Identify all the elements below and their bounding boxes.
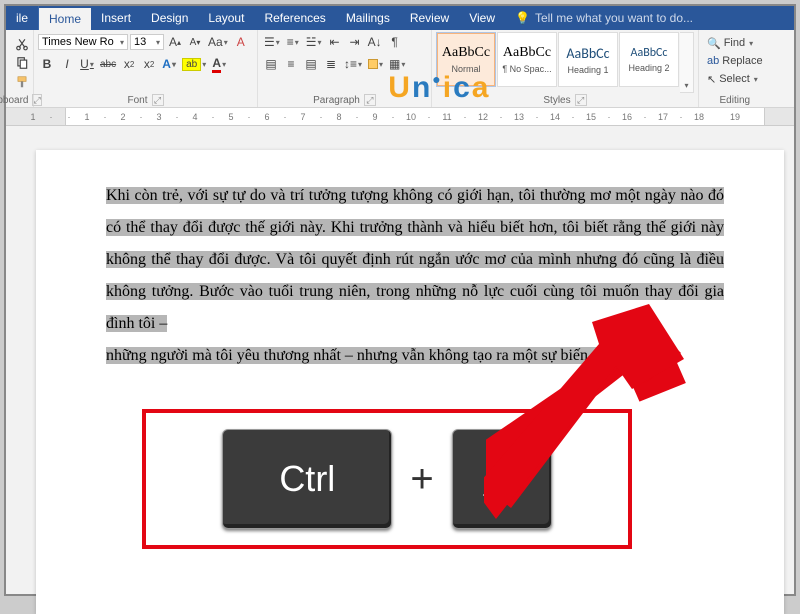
format-painter-button[interactable] [12,73,32,91]
italic-button[interactable]: I [58,54,76,74]
replace-icon: ab [707,55,719,67]
cursor-icon: ↖ [707,73,716,86]
font-name-combo[interactable]: Times New Ro▾ [38,34,128,50]
tab-view[interactable]: View [459,6,505,30]
tab-file[interactable]: ile [6,6,39,30]
grow-font-button[interactable]: A▴ [166,32,184,52]
tab-mailings[interactable]: Mailings [336,6,400,30]
align-left-button[interactable]: ▤ [262,54,280,74]
change-case-button[interactable]: Aa▾ [206,32,230,52]
linespacing-button[interactable]: ↕≡▾ [342,54,364,74]
ctrl-key: Ctrl [222,429,392,529]
align-center-button[interactable]: ≡ [282,54,300,74]
text-effects-button[interactable]: A▾ [160,54,178,74]
document-background: Khi còn trẻ, với sự tự do và trí tưởng t… [6,126,794,594]
style-heading1[interactable]: AaBbCcHeading 1 [558,32,618,87]
highlight-button[interactable]: ab▾ [180,54,208,74]
underline-button[interactable]: U▾ [78,54,96,74]
group-clipboard: pboard⤢ [6,30,34,107]
sort-button[interactable]: A↓ [366,32,384,52]
subscript-button[interactable]: x2 [120,54,138,74]
font-group-label: Font⤢ [38,93,253,107]
tab-home[interactable]: Home [39,6,91,30]
copy-button[interactable] [12,54,32,72]
tell-me-label: Tell me what you want to do... [535,11,693,25]
tell-me-search[interactable]: 💡 Tell me what you want to do... [515,6,693,30]
multilevel-button[interactable]: ☱▾ [304,32,324,52]
tab-design[interactable]: Design [141,6,198,30]
bullets-button[interactable]: ☰▾ [262,32,282,52]
show-marks-button[interactable]: ¶ [386,32,404,52]
superscript-button[interactable]: x2 [140,54,158,74]
styles-launcher-icon[interactable]: ⤢ [575,94,587,106]
chevron-down-icon: ▾ [156,38,160,47]
unica-watermark: Un●ica [388,71,490,105]
ribbon: pboard⤢ Times New Ro▾ 13▾ A▴ A▾ Aa▾ A B … [6,30,794,108]
group-editing: 🔍Find▾ abReplace ↖Select▾ Editing [699,30,771,107]
style-heading2[interactable]: AaBbCcHeading 2 [619,32,679,87]
font-size-combo[interactable]: 13▾ [130,34,164,50]
find-button[interactable]: 🔍Find▾ [707,34,763,52]
shrink-font-button[interactable]: A▾ [186,32,204,52]
increase-indent-button[interactable]: ⇥ [346,32,364,52]
font-launcher-icon[interactable]: ⤢ [152,94,164,106]
style-nospacing[interactable]: AaBbCc¶ No Spac... [497,32,557,87]
strikethrough-button[interactable]: abc [98,54,118,74]
chevron-down-icon: ▾ [684,81,688,90]
search-icon: 🔍 [707,37,721,50]
numbering-button[interactable]: ≡▾ [284,32,302,52]
font-color-button[interactable]: A▾ [210,54,228,74]
editing-group-label: Editing [703,94,767,107]
ribbon-tabs: ile Home Insert Design Layout References… [6,6,794,30]
tab-references[interactable]: References [254,6,335,30]
styles-more-button[interactable]: ▾ [680,32,694,93]
cut-button[interactable] [12,35,32,53]
justify-button[interactable]: ≣ [322,54,340,74]
bold-button[interactable]: B [38,54,56,74]
select-button[interactable]: ↖Select▾ [707,70,763,88]
chevron-down-icon: ▾ [120,38,124,47]
group-font: Times New Ro▾ 13▾ A▴ A▾ Aa▾ A B I U▾ abc… [34,30,258,107]
shading-button[interactable]: ▾ [366,54,385,74]
tab-review[interactable]: Review [400,6,459,30]
decrease-indent-button[interactable]: ⇤ [326,32,344,52]
plus-symbol: + [410,457,433,502]
tab-insert[interactable]: Insert [91,6,141,30]
clipboard-label: pboard⤢ [10,93,29,107]
align-right-button[interactable]: ▤ [302,54,320,74]
replace-button[interactable]: abReplace [707,52,763,70]
red-arrow-icon [484,304,684,534]
clear-format-button[interactable]: A [232,32,250,52]
tab-layout[interactable]: Layout [198,6,254,30]
bulb-icon: 💡 [515,11,530,25]
paragraph-launcher-icon[interactable]: ⤢ [364,94,376,106]
horizontal-ruler[interactable]: 1··1·2·3·4·5·6·7·8·9·10·11·12·13·14·15·1… [6,108,794,126]
